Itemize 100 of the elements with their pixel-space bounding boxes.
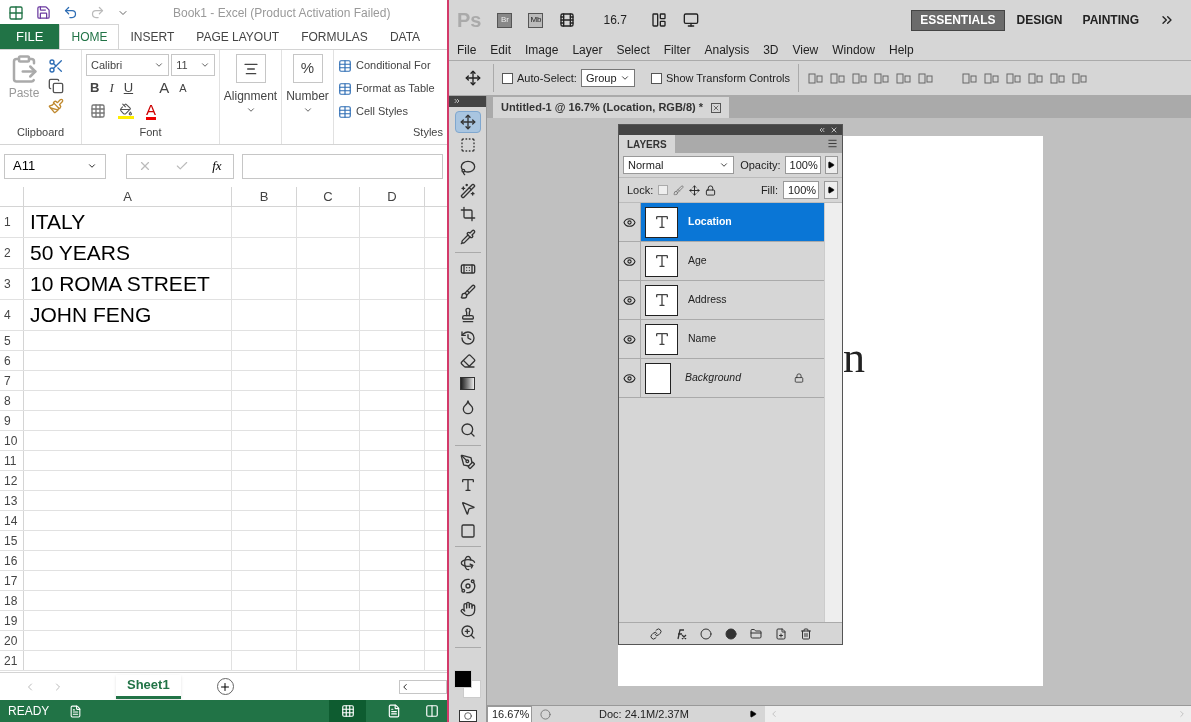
normal-view-button[interactable] <box>329 700 366 722</box>
layer-name[interactable]: Name <box>688 331 716 347</box>
blend-mode-select[interactable]: Normal <box>623 156 735 174</box>
row-header[interactable]: 15 <box>0 531 24 550</box>
font-color-button[interactable]: A <box>146 102 156 120</box>
alignment-button[interactable] <box>235 54 266 83</box>
name-box[interactable]: A11 <box>4 153 106 179</box>
horizontal-scrollbar[interactable] <box>399 679 447 694</box>
menu-item[interactable]: Filter <box>663 41 691 59</box>
underline-button[interactable]: U <box>123 78 134 98</box>
vertical-scrollbar[interactable] <box>824 203 842 622</box>
ribbon-tab[interactable]: DATA <box>378 24 432 49</box>
workspace-button[interactable]: ESSENTIALS <box>911 9 1005 31</box>
zoom-field[interactable]: 16.67% <box>487 705 532 722</box>
opacity-field[interactable]: 100% <box>784 156 821 174</box>
row-header[interactable]: 1 <box>0 207 24 237</box>
layer-name[interactable]: Location <box>688 214 732 230</box>
layers-tab[interactable]: LAYERS <box>619 135 675 153</box>
layer-effects-icon[interactable] <box>674 627 687 640</box>
shrink-font-button[interactable]: A <box>179 79 187 97</box>
move-tool-preset-icon[interactable] <box>465 70 481 86</box>
menu-item[interactable]: 3D <box>763 41 779 59</box>
menu-item[interactable]: Analysis <box>704 41 750 59</box>
lock-all-icon[interactable] <box>705 184 717 196</box>
row-header[interactable]: 13 <box>0 491 24 510</box>
row-header[interactable]: 8 <box>0 391 24 410</box>
row-header[interactable]: 6 <box>0 351 24 370</box>
link-layers-icon[interactable] <box>649 627 662 640</box>
row-header[interactable]: 21 <box>0 651 24 670</box>
style-icon[interactable] <box>338 58 352 73</box>
row-header[interactable]: 7 <box>0 371 24 390</box>
row-header[interactable]: 16 <box>0 551 24 570</box>
panel-menu-icon[interactable] <box>827 138 838 149</box>
visibility-eye-icon[interactable] <box>623 293 636 307</box>
alignment-label[interactable]: Alignment <box>223 87 278 105</box>
show-transform-checkbox[interactable] <box>650 72 662 84</box>
new-layer-icon[interactable] <box>774 627 787 640</box>
style-icon[interactable] <box>338 81 352 96</box>
styles-item[interactable]: Cell Styles <box>356 103 408 120</box>
layer-row[interactable]: Age <box>619 242 824 281</box>
row-header[interactable]: 12 <box>0 471 24 490</box>
column-header[interactable]: B <box>232 187 297 206</box>
row-header[interactable]: 18 <box>0 591 24 610</box>
expand-icon[interactable] <box>453 97 461 106</box>
row-header[interactable]: 14 <box>0 511 24 530</box>
cut-icon[interactable] <box>48 58 64 74</box>
page-layout-view-icon[interactable] <box>387 704 401 718</box>
fill-slider-button[interactable] <box>824 181 838 199</box>
row-header[interactable]: 5 <box>0 331 24 350</box>
close-icon[interactable] <box>711 102 722 113</box>
layer-name[interactable]: Background <box>685 370 742 386</box>
font-size-field[interactable]: 11 <box>171 54 215 76</box>
row-header[interactable]: 20 <box>0 631 24 650</box>
ribbon-tab[interactable]: FORMULAS <box>290 24 379 49</box>
fill-color-icon[interactable] <box>118 103 134 119</box>
visibility-eye-icon[interactable] <box>623 254 636 268</box>
macro-record-icon[interactable] <box>69 704 83 718</box>
lock-position-icon[interactable] <box>689 184 701 196</box>
row-header[interactable]: 3 <box>0 269 24 299</box>
quick-mask-button[interactable] <box>458 710 477 722</box>
row-header[interactable]: 19 <box>0 611 24 630</box>
layer-row[interactable]: Name <box>619 320 824 359</box>
copy-icon[interactable] <box>48 78 64 94</box>
menu-item[interactable]: Layer <box>572 41 603 59</box>
menu-item[interactable]: Help <box>888 41 914 59</box>
visibility-eye-icon[interactable] <box>623 332 636 346</box>
insert-function-button[interactable]: fx <box>212 156 222 176</box>
styles-item[interactable]: Conditional For <box>356 57 431 74</box>
layer-row[interactable]: Address <box>619 281 824 320</box>
column-header[interactable]: A <box>24 187 232 206</box>
visibility-eye-icon[interactable] <box>623 215 636 229</box>
borders-icon[interactable] <box>90 103 106 119</box>
menu-item[interactable]: Select <box>616 41 650 59</box>
row-header[interactable]: 4 <box>0 300 24 330</box>
ribbon-tab[interactable]: HOME <box>59 24 120 49</box>
menu-item[interactable]: View <box>792 41 819 59</box>
save-icon[interactable] <box>36 5 51 20</box>
row-header[interactable]: 2 <box>0 238 24 268</box>
workspace-button[interactable]: PAINTING <box>1074 9 1147 31</box>
file-tab[interactable]: FILE <box>0 24 60 49</box>
ribbon-tab[interactable]: INSERT <box>119 24 186 49</box>
lock-pixels-icon[interactable] <box>673 184 685 196</box>
layer-name[interactable]: Age <box>688 253 707 269</box>
row-header[interactable]: 9 <box>0 411 24 430</box>
grow-font-button[interactable]: A <box>159 76 170 100</box>
extras-icon[interactable] <box>559 12 576 28</box>
document-tab[interactable]: Untitled-1 @ 16.7% (Location, RGB/8) * <box>493 97 730 118</box>
visibility-eye-icon[interactable] <box>623 371 636 385</box>
number-format-button[interactable]: % <box>292 54 323 83</box>
move-icon[interactable] <box>454 110 481 133</box>
menu-item[interactable]: File <box>457 41 477 59</box>
arrange-icon[interactable] <box>650 12 667 28</box>
column-header[interactable]: C <box>297 187 360 206</box>
workspace-button[interactable]: DESIGN <box>1008 9 1071 31</box>
font-name-field[interactable]: Calibri <box>86 54 170 76</box>
screen-mode-icon[interactable] <box>682 12 699 28</box>
styles-item[interactable]: Format as Table <box>356 80 435 97</box>
collapse-icon[interactable] <box>818 126 826 134</box>
layer-name[interactable]: Address <box>688 292 727 308</box>
menu-item[interactable]: Edit <box>490 41 512 59</box>
